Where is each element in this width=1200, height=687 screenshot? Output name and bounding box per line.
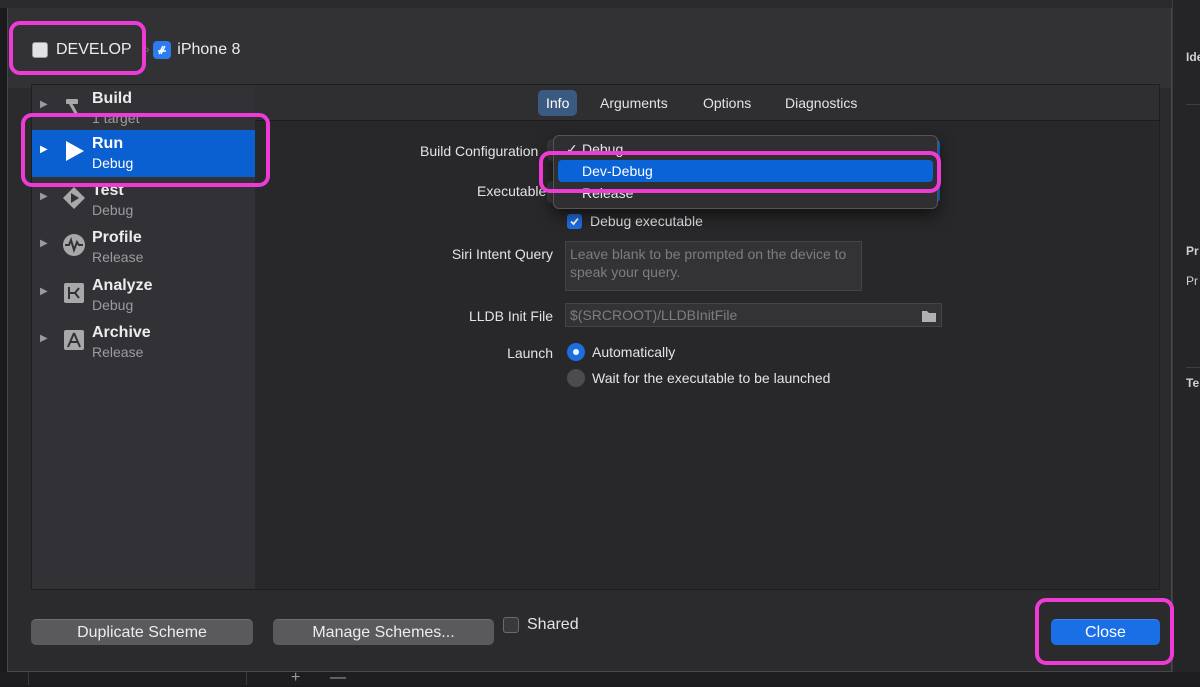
radio-selected-icon[interactable] — [567, 343, 585, 361]
sidebar-item-title: Build — [92, 90, 132, 107]
radio-label: Automatically — [592, 344, 676, 360]
diamond-play-icon — [62, 186, 86, 210]
bg-label: Pr — [1186, 274, 1198, 288]
background-bottom-bar: + — — [0, 669, 1200, 686]
background-window-top — [0, 0, 1200, 8]
scheme-editor-sheet: DEVELOP › iPhone 8 ▶ Build 1 target ▶ Ru… — [7, 8, 1172, 672]
sidebar-item-subtitle: Release — [92, 344, 144, 360]
bg-divider — [1186, 104, 1200, 105]
disclosure-triangle-icon[interactable]: ▶ — [40, 99, 48, 110]
lldb-init-file-label: LLDB Init File — [468, 308, 553, 324]
sidebar-item-run[interactable]: ▶ Run Debug — [32, 130, 255, 177]
sidebar-item-title: Archive — [92, 324, 151, 341]
sidebar-item-subtitle: 1 target — [92, 110, 140, 126]
tab-options[interactable]: Options — [695, 90, 759, 116]
sidebar-item-test[interactable]: ▶ Test Debug — [32, 177, 255, 224]
tab-info[interactable]: Info — [538, 90, 578, 116]
sidebar-item-title: Profile — [92, 229, 142, 246]
sidebar-item-archive[interactable]: ▶ Archive Release — [32, 319, 255, 366]
chevron-right-icon: › — [145, 44, 150, 56]
menu-item-debug[interactable]: ✓ Debug — [558, 138, 933, 160]
radio-label: Wait for the executable to be launched — [592, 370, 831, 386]
siri-intent-query-field[interactable]: Leave blank to be prompted on the device… — [565, 241, 862, 291]
hammer-icon — [62, 94, 86, 118]
tab-diagnostics[interactable]: Diagnostics — [777, 90, 865, 116]
sidebar-item-profile[interactable]: ▶ Profile Release — [32, 224, 255, 271]
lldb-init-file-field[interactable]: $(SRCROOT)/LLDBInitFile — [565, 303, 942, 327]
menu-item-dev-debug[interactable]: Dev-Debug — [558, 160, 933, 182]
sidebar-item-title: Test — [92, 182, 124, 199]
radio-unselected-icon[interactable] — [567, 369, 585, 387]
folder-icon[interactable] — [921, 307, 937, 329]
sidebar-item-subtitle: Debug — [92, 155, 134, 171]
play-icon — [62, 139, 86, 163]
lldb-init-file-placeholder: $(SRCROOT)/LLDBInitFile — [570, 307, 738, 323]
launch-wait-radio[interactable]: Wait for the executable to be launched — [567, 369, 830, 387]
menu-item-label: Release — [582, 185, 634, 201]
sidebar-item-subtitle: Debug — [92, 202, 134, 218]
menu-item-label: Dev-Debug — [582, 163, 653, 179]
bg-label: Te — [1186, 376, 1200, 390]
waveform-icon — [62, 233, 86, 257]
disclosure-triangle-icon[interactable]: ▶ — [40, 144, 48, 155]
siri-intent-query-label: Siri Intent Query — [451, 246, 553, 262]
sidebar-item-analyze[interactable]: ▶ Analyze Debug — [32, 272, 255, 319]
launch-label: Launch — [507, 345, 553, 361]
archive-icon — [62, 328, 86, 352]
scheme-name: DEVELOP — [56, 41, 132, 58]
menu-item-label: Debug — [582, 141, 624, 157]
bg-label: Ide — [1186, 50, 1200, 64]
duplicate-scheme-button[interactable]: Duplicate Scheme — [31, 619, 253, 645]
disclosure-triangle-icon[interactable]: ▶ — [40, 333, 48, 344]
scheme-actions-sidebar: ▶ Build 1 target ▶ Run Debug ▶ Test Debu… — [31, 84, 256, 590]
manage-schemes-button[interactable]: Manage Schemes... — [273, 619, 494, 645]
launch-automatically-radio[interactable]: Automatically — [567, 343, 675, 361]
debug-executable-checkbox[interactable]: Debug executable — [567, 213, 703, 229]
run-settings-panel: Info Arguments Options Diagnostics Build… — [255, 84, 1160, 590]
device-name[interactable]: iPhone 8 — [177, 41, 240, 59]
app-store-icon — [153, 41, 172, 59]
checkmark-icon: ✓ — [566, 141, 578, 157]
checkbox-unchecked-icon[interactable] — [503, 617, 519, 633]
background-inspector-panel — [1172, 0, 1200, 685]
disclosure-triangle-icon[interactable]: ▶ — [40, 286, 48, 297]
sidebar-item-subtitle: Debug — [92, 297, 134, 313]
tab-arguments[interactable]: Arguments — [592, 90, 676, 116]
sidebar-item-title: Analyze — [92, 277, 153, 294]
analyze-icon — [62, 281, 86, 305]
disclosure-triangle-icon[interactable]: ▶ — [40, 238, 48, 249]
close-button[interactable]: Close — [1051, 619, 1160, 645]
build-configuration-menu: ✓ Debug Dev-Debug Release — [553, 135, 938, 209]
build-configuration-label: Build Configuration — [420, 143, 539, 159]
tab-bar: Info Arguments Options Diagnostics — [255, 85, 1159, 121]
debug-executable-label: Debug executable — [590, 213, 703, 229]
sidebar-item-build[interactable]: ▶ Build 1 target — [32, 85, 255, 132]
checkbox-checked-icon[interactable] — [567, 213, 582, 229]
disclosure-triangle-icon[interactable]: ▶ — [40, 191, 48, 202]
bg-divider — [1186, 367, 1200, 368]
shared-label: Shared — [527, 616, 579, 633]
sidebar-item-subtitle: Release — [92, 249, 144, 265]
scheme-icon — [32, 42, 48, 58]
executable-label: Executable — [477, 183, 547, 199]
bg-label: Pr — [1186, 244, 1199, 258]
shared-checkbox[interactable]: Shared — [503, 616, 579, 634]
sidebar-item-title: Run — [92, 135, 124, 152]
scheme-header: DEVELOP › iPhone 8 — [8, 8, 1171, 88]
menu-item-release[interactable]: Release — [558, 182, 933, 204]
scheme-selector[interactable]: DEVELOP › iPhone 8 — [32, 39, 240, 61]
